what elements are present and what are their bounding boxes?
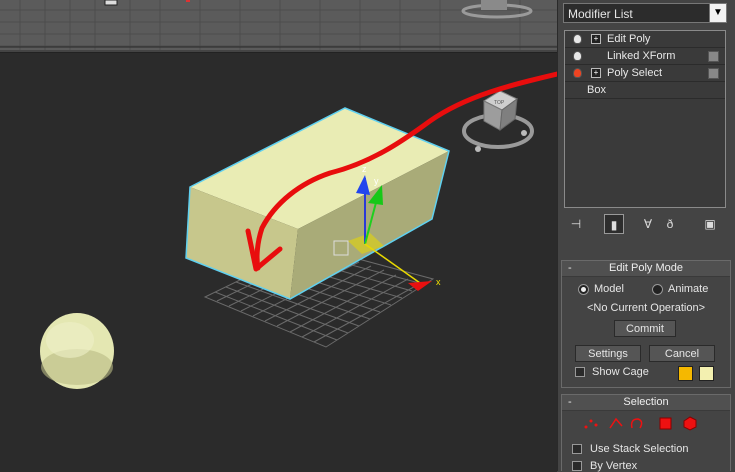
chevron-down-icon[interactable]: ▼ — [709, 4, 726, 22]
edge-icon[interactable] — [609, 417, 623, 429]
collapse-icon[interactable]: - — [568, 395, 572, 410]
subobject-toolbar — [584, 416, 697, 431]
light-bulb-icon[interactable] — [573, 51, 582, 61]
stack-item-label: Box — [587, 84, 606, 96]
stack-item-label: Edit Poly — [607, 33, 651, 45]
stack-toolbar: ⊣ ▮ ∀ ð ▣ — [564, 212, 726, 236]
command-panel: Modifier List ▼ + Edit Poly Linked XForm… — [557, 0, 735, 472]
light-bulb-icon[interactable] — [573, 34, 582, 44]
modifier-stack[interactable]: + Edit Poly Linked XForm + Poly Select B… — [564, 30, 726, 208]
border-icon[interactable] — [630, 418, 643, 429]
rollout-title: Edit Poly Mode — [609, 262, 683, 274]
current-operation-text: <No Current Operation> — [586, 302, 705, 314]
stack-item-linked-xform[interactable]: Linked XForm — [565, 48, 725, 65]
top-viewport[interactable] — [0, 0, 557, 50]
pin-stack-icon[interactable]: ⊣ — [566, 214, 586, 234]
sphere-object — [40, 313, 114, 389]
cage-selected-color-swatch[interactable] — [699, 366, 714, 381]
gizmo-axis-y: y — [374, 176, 379, 186]
configure-modifier-sets-icon[interactable]: ▣ — [700, 214, 720, 234]
edit-poly-mode-rollout: - Edit Poly Mode Model Animate <No Curre… — [561, 260, 731, 388]
selection-rollout: - Selection Use Stack Selection By Verte… — [561, 394, 731, 472]
show-cage-checkbox[interactable] — [575, 367, 585, 377]
stack-item-label: Linked XForm — [607, 50, 676, 62]
animate-label: Animate — [668, 283, 709, 295]
rollout-header[interactable]: - Selection — [562, 395, 730, 411]
modifier-checkbox[interactable] — [708, 51, 719, 62]
stack-item-poly-select[interactable]: + Poly Select — [565, 65, 725, 82]
vertex-icon[interactable] — [584, 419, 598, 429]
viewcube-face-label: TOP — [494, 100, 505, 106]
expand-icon[interactable]: + — [591, 68, 601, 78]
polygon-icon[interactable] — [659, 417, 672, 430]
top-viewport-grid — [0, 0, 557, 50]
settings-button[interactable]: Settings — [575, 345, 641, 362]
cage-color-swatch[interactable] — [678, 366, 693, 381]
perspective-viewport[interactable]: z y x TOP — [0, 52, 557, 472]
use-stack-selection-label: Use Stack Selection — [590, 443, 689, 455]
stack-item-box[interactable]: Box — [565, 82, 725, 99]
light-bulb-icon[interactable] — [573, 68, 582, 78]
expand-icon[interactable]: + — [591, 34, 601, 44]
cancel-button[interactable]: Cancel — [649, 345, 715, 362]
rollout-header[interactable]: - Edit Poly Mode — [562, 261, 730, 277]
show-cage-label: Show Cage — [592, 366, 649, 378]
use-stack-selection-checkbox[interactable] — [572, 444, 582, 454]
model-label: Model — [594, 283, 624, 295]
modifier-list-label: Modifier List — [568, 7, 633, 21]
by-vertex-label: By Vertex — [590, 460, 638, 472]
show-end-result-icon[interactable]: ▮ — [604, 214, 624, 234]
modifier-list-dropdown[interactable]: Modifier List ▼ — [563, 3, 727, 23]
animate-radio[interactable] — [652, 284, 663, 295]
by-vertex-checkbox[interactable] — [572, 461, 582, 471]
modifier-checkbox[interactable] — [708, 68, 719, 79]
stack-item-edit-poly[interactable]: + Edit Poly — [565, 31, 725, 48]
commit-button[interactable]: Commit — [614, 320, 676, 337]
collapse-icon[interactable]: - — [568, 261, 572, 276]
rollout-title: Selection — [623, 396, 669, 408]
gizmo-axis-x: x — [436, 277, 441, 287]
make-unique-icon[interactable]: ∀ — [638, 214, 658, 234]
model-radio[interactable] — [578, 284, 589, 295]
app-window: z y x TOP Modifier List ▼ + Edit Poly Li… — [0, 0, 735, 472]
viewport-scene: z y x TOP — [40, 71, 557, 389]
remove-modifier-icon[interactable]: ð — [660, 214, 680, 234]
gizmo-axis-z: z — [362, 164, 367, 174]
element-icon[interactable] — [683, 416, 697, 431]
stack-item-label: Poly Select — [607, 67, 663, 79]
